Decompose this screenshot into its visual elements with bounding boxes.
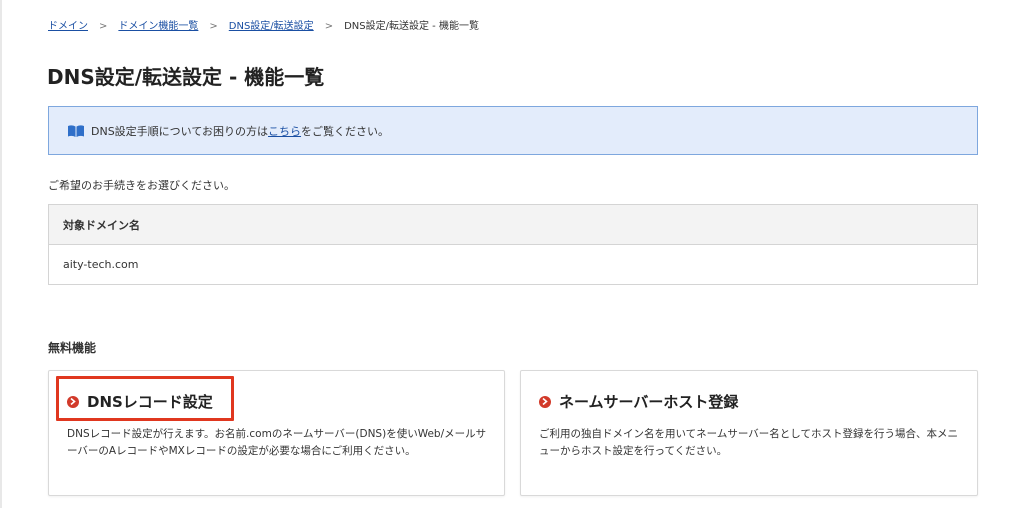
breadcrumb-separator: >: [324, 21, 334, 32]
info-text-suffix: をご覧ください。: [301, 124, 390, 138]
left-edge-rule: [0, 0, 2, 508]
card-title-label[interactable]: ネームサーバーホスト登録: [559, 391, 738, 412]
domain-table-value: aity-tech.com: [49, 245, 977, 284]
card-description: ご利用の独自ドメイン名を用いてネームサーバー名としてホスト登録を行う場合、本メニ…: [539, 428, 958, 457]
chevron-right-icon: [539, 395, 551, 408]
info-help-link[interactable]: こちら: [268, 123, 301, 139]
domain-table-header: 対象ドメイン名: [49, 205, 977, 245]
card-title[interactable]: ネームサーバーホスト登録: [539, 391, 738, 412]
info-text-prefix: DNS設定手順についてお困りの方は: [91, 124, 269, 138]
breadcrumb-link-dns-settings[interactable]: DNS設定/転送設定: [229, 20, 314, 34]
breadcrumb-separator: >: [99, 21, 108, 32]
breadcrumb-separator: >: [209, 21, 218, 32]
card-description: DNSレコード設定が行えます。お名前.comのネームサーバー(DNS)を使いWe…: [67, 428, 487, 457]
instruction-text: ご希望のお手続きをお選びください。: [48, 179, 235, 192]
info-notice: DNS設定手順についてお困りの方は こちら をご覧ください。: [48, 106, 978, 155]
page-title: DNS設定/転送設定 - 機能一覧: [47, 65, 325, 89]
card-nameserver-host-registration[interactable]: ネームサーバーホスト登録 ご利用の独自ドメイン名を用いてネームサーバー名としてホ…: [520, 370, 978, 496]
breadcrumb: ドメイン > ドメイン機能一覧 > DNS設定/転送設定 > DNS設定/転送設…: [48, 20, 479, 34]
highlight-annotation-box: [56, 376, 234, 421]
domain-table: 対象ドメイン名 aity-tech.com: [48, 204, 978, 285]
breadcrumb-current: DNS設定/転送設定 - 機能一覧: [344, 21, 479, 32]
book-icon: [67, 124, 85, 138]
breadcrumb-link-domain-functions[interactable]: ドメイン機能一覧: [118, 20, 198, 34]
breadcrumb-link-domain[interactable]: ドメイン: [48, 20, 88, 34]
section-title-free-features: 無料機能: [48, 341, 97, 355]
